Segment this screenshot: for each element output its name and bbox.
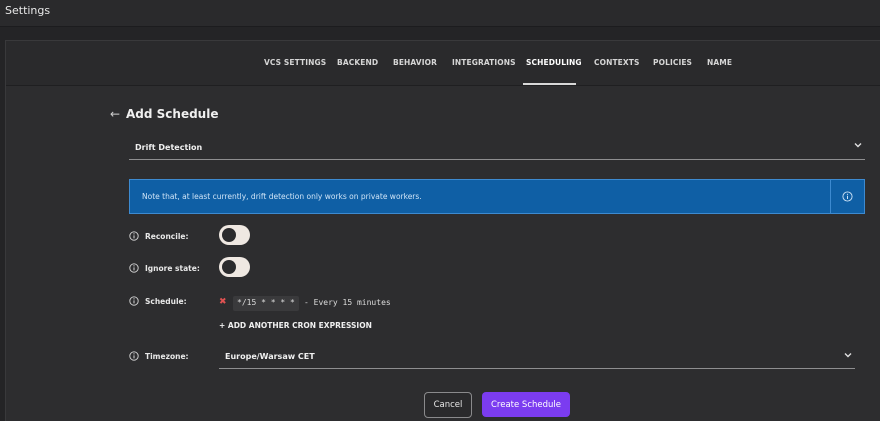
schedule-type-value: Drift Detection bbox=[135, 143, 203, 152]
info-icon bbox=[129, 296, 139, 306]
timezone-select[interactable]: Europe/Warsaw CET bbox=[219, 346, 855, 369]
reconcile-label-row: Reconcile: bbox=[129, 231, 188, 241]
active-tab-indicator bbox=[523, 83, 576, 85]
tab-scheduling[interactable]: SCHEDULING bbox=[526, 58, 582, 67]
tab-policies[interactable]: POLICIES bbox=[653, 58, 692, 67]
add-cron-expression-button[interactable]: + ADD ANOTHER CRON EXPRESSION bbox=[219, 321, 372, 330]
tab-behavior[interactable]: BEHAVIOR bbox=[393, 58, 437, 67]
reconcile-toggle[interactable] bbox=[219, 225, 250, 245]
ignore-state-label-row: Ignore state: bbox=[129, 263, 200, 273]
toggle-knob bbox=[222, 260, 236, 274]
info-banner-divider bbox=[830, 180, 831, 213]
cron-expression: */15 * * * * bbox=[233, 296, 299, 311]
info-banner-text: Note that, at least currently, drift det… bbox=[142, 192, 422, 201]
info-icon bbox=[129, 263, 139, 273]
reconcile-label: Reconcile: bbox=[145, 231, 189, 241]
tab-name[interactable]: NAME bbox=[707, 58, 732, 67]
close-icon[interactable]: ✖ bbox=[219, 297, 227, 307]
info-banner: Note that, at least currently, drift det… bbox=[129, 179, 865, 214]
toggle-knob bbox=[222, 228, 236, 242]
cancel-button[interactable]: Cancel bbox=[424, 392, 472, 418]
cron-description: - Every 15 minutes bbox=[304, 298, 391, 307]
create-schedule-button[interactable]: Create Schedule bbox=[482, 392, 570, 417]
timezone-value: Europe/Warsaw CET bbox=[225, 352, 315, 361]
tab-backend[interactable]: BACKEND bbox=[337, 58, 378, 67]
page-heading: ← Add Schedule bbox=[110, 107, 218, 121]
schedule-label: Schedule: bbox=[145, 296, 187, 306]
info-icon bbox=[129, 351, 139, 361]
timezone-label-row: Timezone: bbox=[129, 351, 189, 361]
info-icon bbox=[842, 191, 853, 202]
schedule-label-row: Schedule: bbox=[129, 296, 187, 306]
page-title: Add Schedule bbox=[126, 107, 219, 121]
info-icon bbox=[129, 231, 139, 241]
tab-bar: VCS SETTINGS BACKEND BEHAVIOR INTEGRATIO… bbox=[6, 41, 880, 86]
tab-integrations[interactable]: INTEGRATIONS bbox=[452, 58, 516, 67]
tab-vcs-settings[interactable]: VCS SETTINGS bbox=[264, 58, 326, 67]
back-arrow-icon[interactable]: ← bbox=[110, 107, 126, 121]
title-bar: Settings bbox=[0, 0, 880, 27]
ignore-state-toggle[interactable] bbox=[219, 257, 250, 277]
settings-panel: VCS SETTINGS BACKEND BEHAVIOR INTEGRATIO… bbox=[5, 40, 880, 421]
ignore-state-label: Ignore state: bbox=[145, 263, 200, 273]
timezone-label: Timezone: bbox=[145, 351, 189, 361]
window-title: Settings bbox=[5, 4, 51, 17]
schedule-type-select[interactable]: Drift Detection bbox=[129, 138, 865, 160]
tab-contexts[interactable]: CONTEXTS bbox=[594, 58, 640, 67]
chevron-down-icon bbox=[854, 143, 862, 148]
chevron-down-icon bbox=[844, 353, 852, 358]
